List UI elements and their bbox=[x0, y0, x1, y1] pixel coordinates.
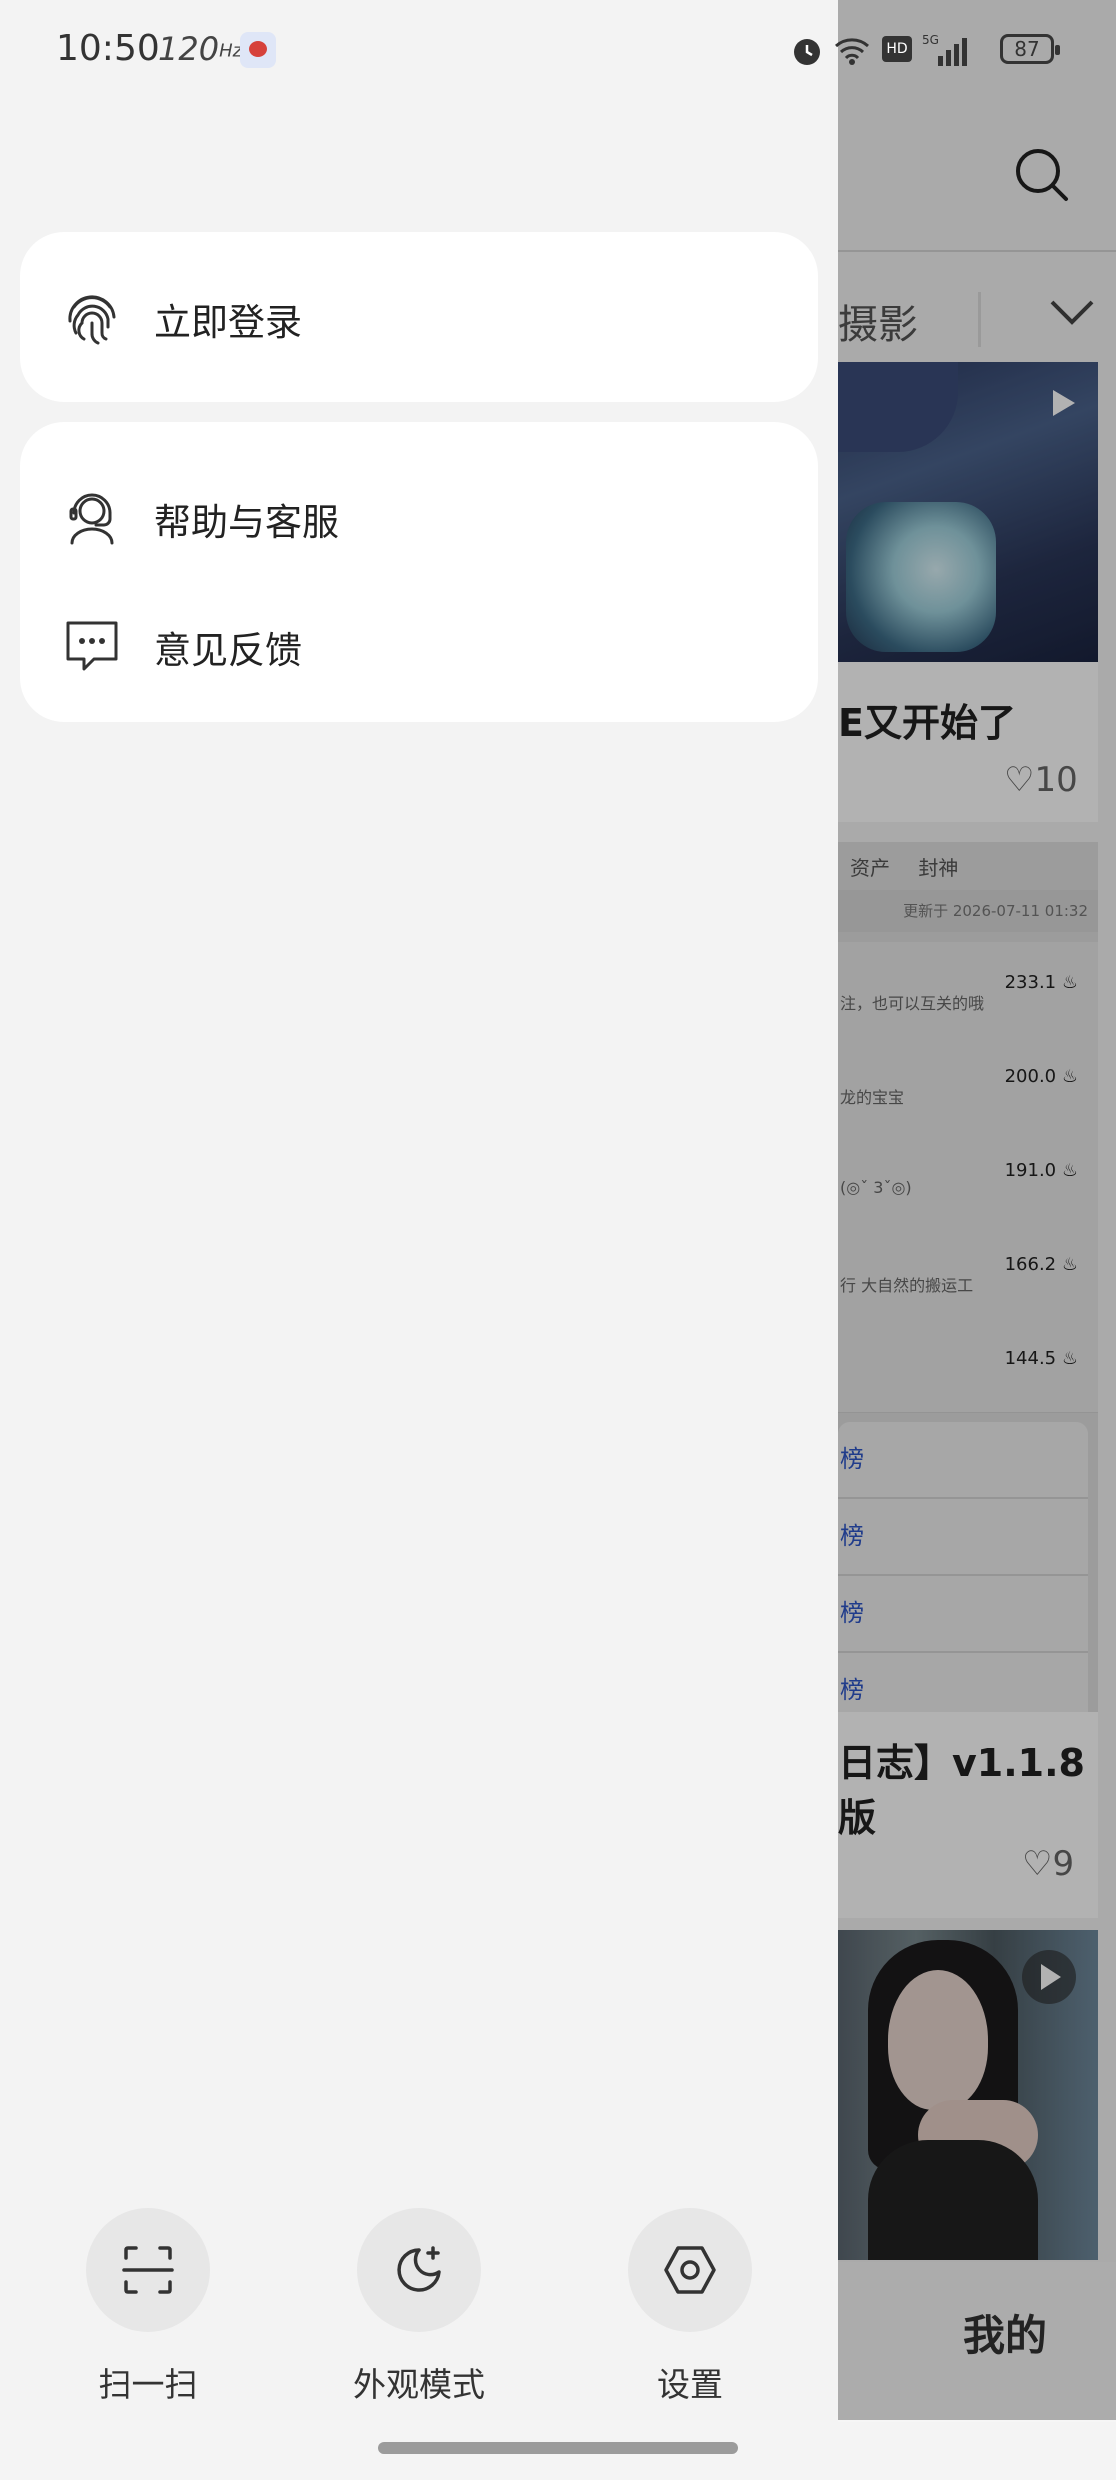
hd-icon: HD bbox=[882, 36, 912, 62]
settings-button[interactable]: 设置 bbox=[590, 2208, 790, 2408]
fingerprint-icon bbox=[68, 295, 116, 345]
login-label: 立即登录 bbox=[154, 301, 302, 344]
svg-text:5G: 5G bbox=[922, 33, 939, 47]
login-panel: 立即登录 bbox=[20, 232, 818, 402]
settings-label: 设置 bbox=[657, 2365, 723, 2404]
menu-item-label: 帮助与客服 bbox=[154, 501, 339, 544]
wifi-icon bbox=[835, 38, 869, 65]
battery-icon: 87 bbox=[1000, 34, 1060, 64]
refresh-rate-indicator: 120Hz bbox=[158, 30, 243, 68]
moon-icon bbox=[397, 2246, 441, 2292]
scan-button[interactable]: 扫一扫 bbox=[48, 2208, 248, 2408]
appearance-mode-button[interactable]: 外观模式 bbox=[319, 2208, 519, 2408]
headset-agent-icon bbox=[69, 493, 114, 545]
status-icons: HD 5G 87 bbox=[790, 30, 1070, 70]
scan-button-circle bbox=[86, 2208, 210, 2332]
scan-icon bbox=[122, 2246, 174, 2294]
settings-button-circle bbox=[628, 2208, 752, 2332]
home-indicator[interactable] bbox=[378, 2442, 738, 2454]
status-time: 10:50 bbox=[56, 28, 160, 69]
scan-label: 扫一扫 bbox=[98, 2365, 198, 2404]
menu-item-feedback[interactable]: 意见反馈 bbox=[20, 590, 818, 700]
menu-item-label: 意见反馈 bbox=[154, 629, 302, 672]
alarm-icon bbox=[794, 39, 820, 65]
chat-bubble-icon bbox=[66, 621, 118, 671]
refresh-rate-value: 120 bbox=[158, 30, 220, 68]
side-drawer: 10:50 120Hz 立即登录 帮助与客服 意见反馈 扫一扫 外观模式 设置 bbox=[0, 0, 838, 2420]
menu-item-help[interactable]: 帮助与客服 bbox=[20, 462, 818, 572]
login-item[interactable]: 立即登录 bbox=[20, 262, 818, 372]
appearance-button-circle bbox=[357, 2208, 481, 2332]
settings-hexagon-icon bbox=[664, 2246, 716, 2294]
support-panel: 帮助与客服 意见反馈 bbox=[20, 422, 818, 722]
signal-5g-icon: 5G bbox=[922, 33, 967, 66]
app-notification-icon bbox=[240, 32, 276, 68]
appearance-mode-label: 外观模式 bbox=[353, 2365, 485, 2404]
scrim-overlay[interactable] bbox=[838, 0, 1116, 2420]
